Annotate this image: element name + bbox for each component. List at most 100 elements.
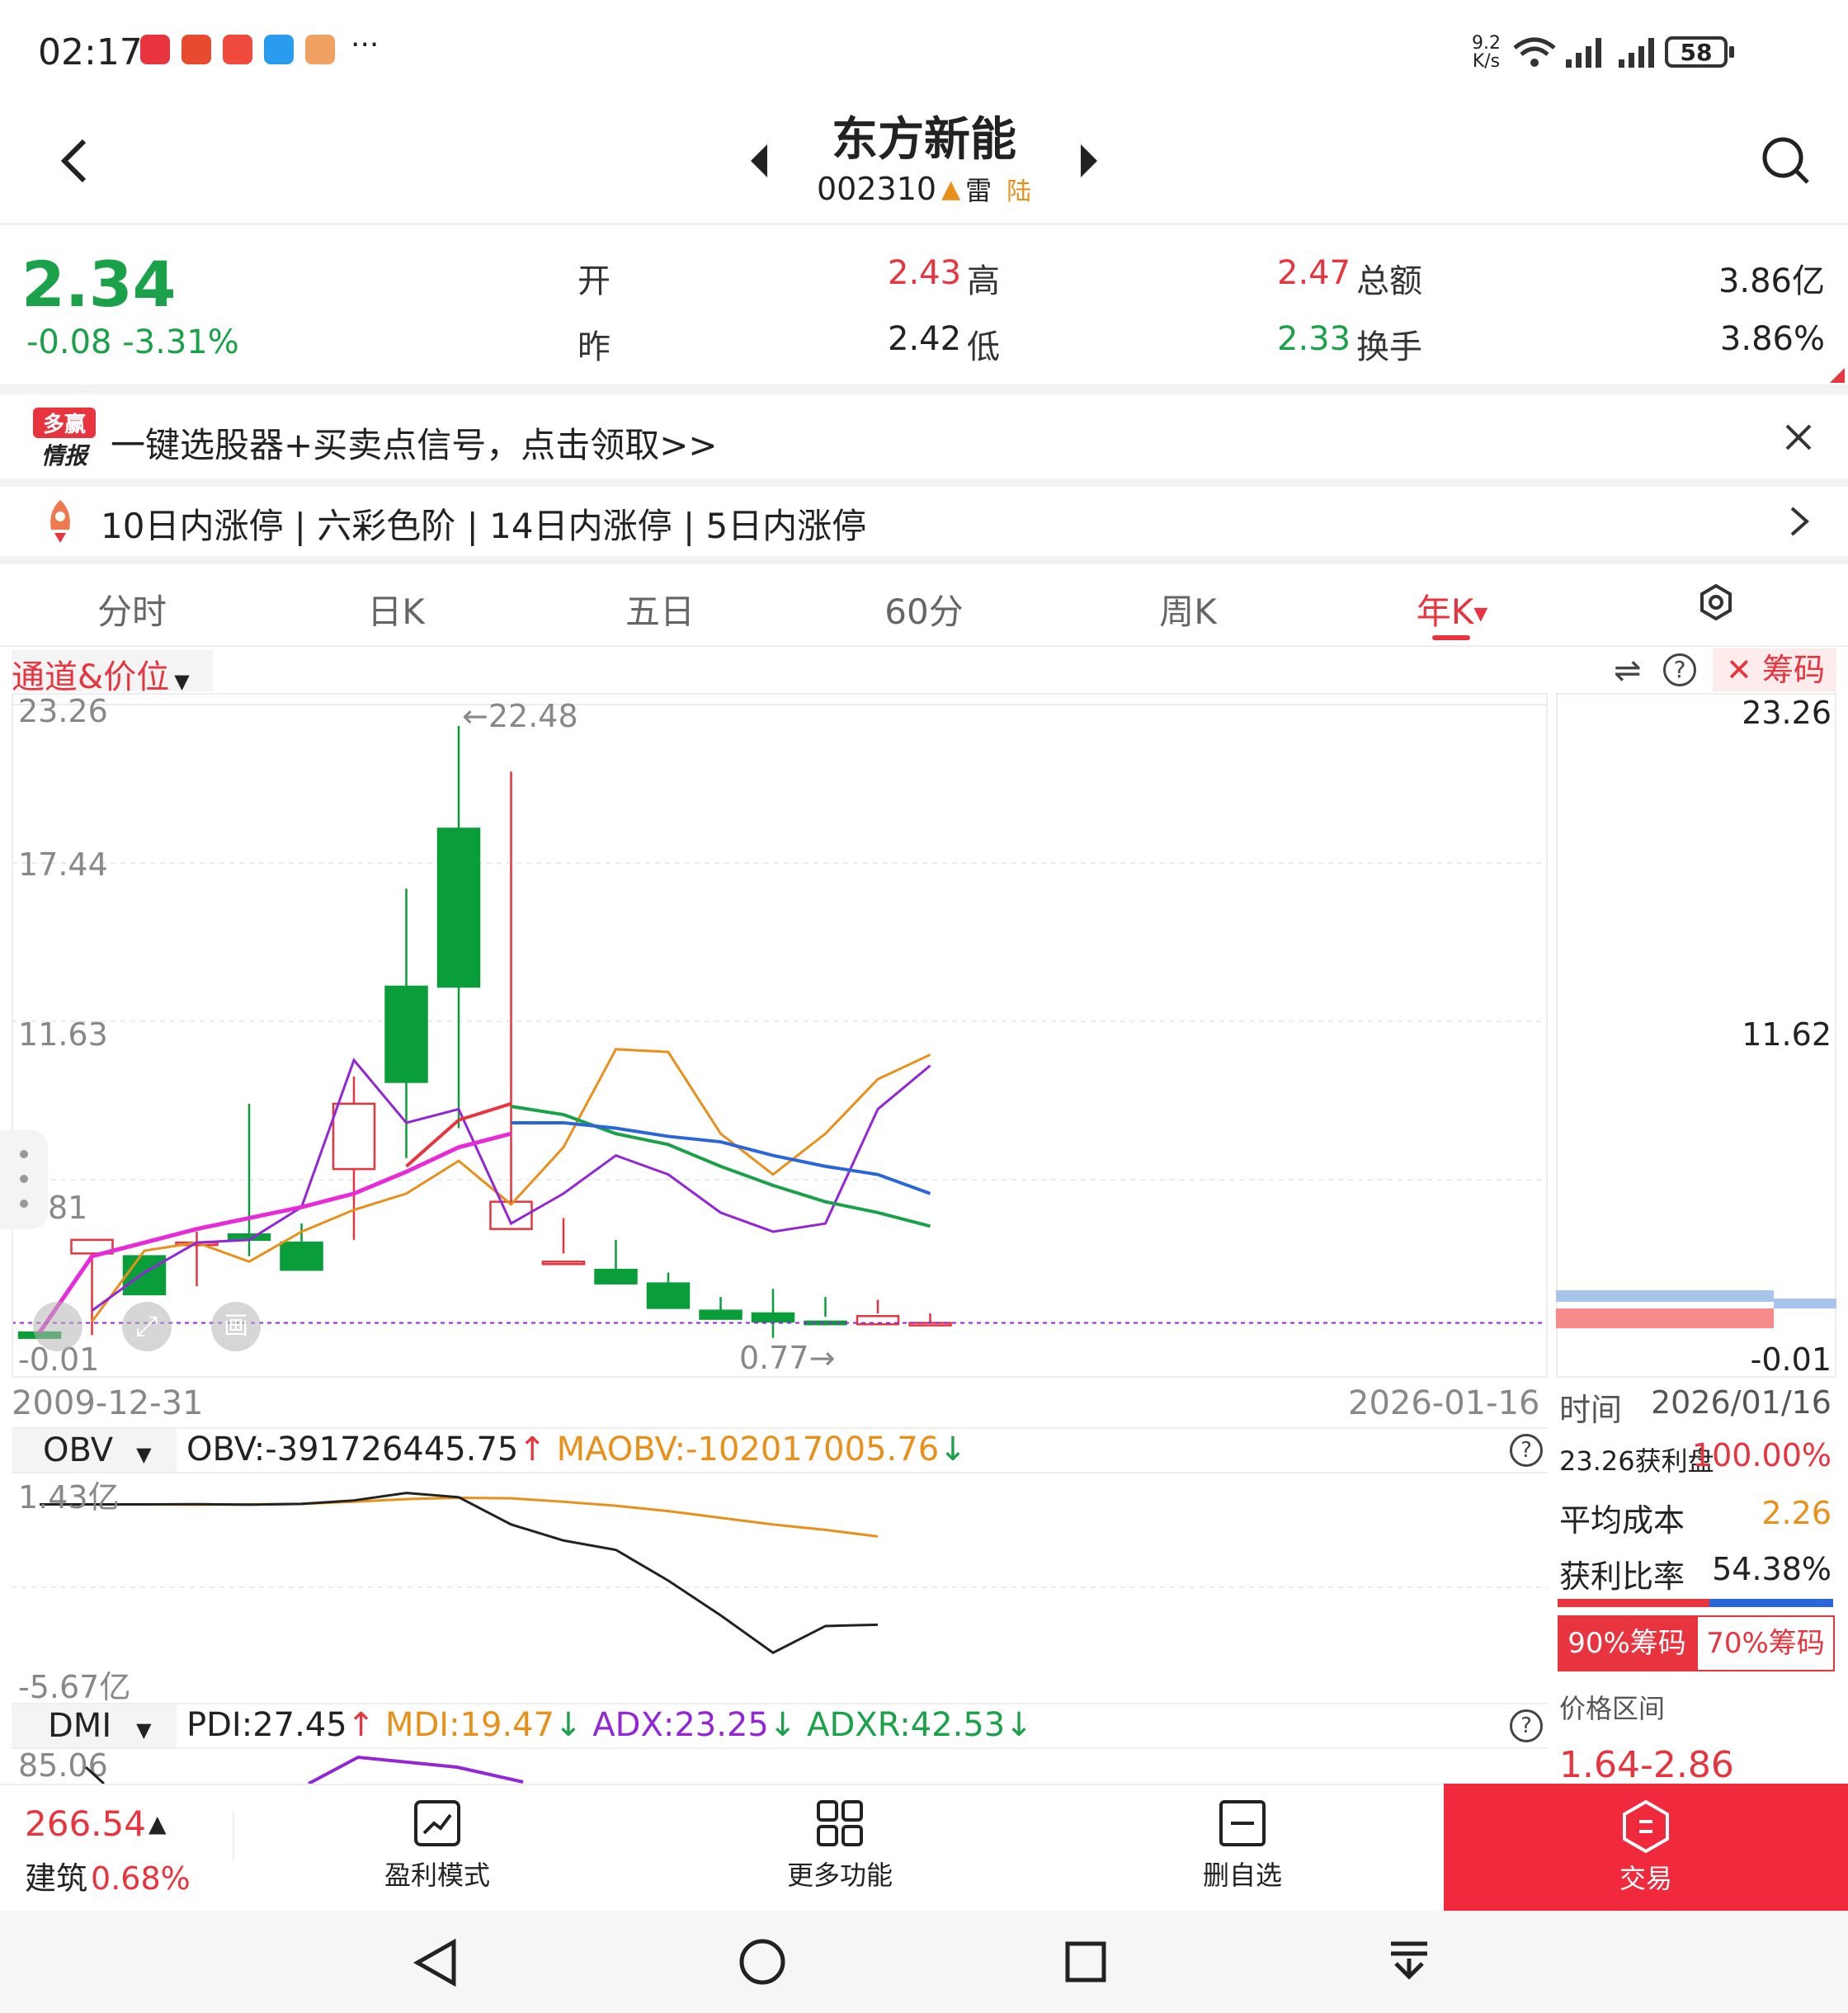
- nav-home-icon[interactable]: [738, 1937, 787, 1987]
- side-handle[interactable]: [0, 1130, 48, 1229]
- close-icon: ✕: [1726, 652, 1752, 688]
- search-button[interactable]: [1757, 132, 1815, 190]
- obv-y-bottom: -5.67亿: [18, 1669, 131, 1705]
- chip-ratio-bar-blue: [1709, 1599, 1833, 1607]
- thunder-tag[interactable]: 雷: [965, 170, 992, 208]
- index-name-row[interactable]: 建筑 0.68%: [25, 1853, 191, 1898]
- nav-dropdown-icon[interactable]: [1386, 1939, 1432, 1985]
- back-button[interactable]: [50, 132, 99, 190]
- mdi-value: MDI:19.47: [384, 1706, 555, 1744]
- warning-icon: ▲: [941, 174, 961, 204]
- next-stock-button[interactable]: [1072, 140, 1106, 182]
- prev-close-label: 昨: [578, 328, 610, 366]
- max-price-label: ←22.48: [462, 698, 578, 734]
- turnover-label: 换手: [1356, 328, 1422, 366]
- chip-avg-cost-label: 平均成本: [1559, 1502, 1685, 1539]
- more-functions-button[interactable]: 更多功能: [749, 1798, 931, 1898]
- index-value[interactable]: 266.54: [25, 1803, 146, 1844]
- promo-banner[interactable]: 多赢 情报 一键选股器+买卖点信号，点击领取>>: [0, 394, 1848, 478]
- dmi-selector[interactable]: DMI ▼: [12, 1704, 177, 1747]
- prev-triangle-icon: [751, 144, 767, 177]
- kline-chart[interactable]: [12, 693, 1548, 1378]
- dropdown-triangle-icon: ▼: [1473, 604, 1488, 625]
- down-arrow-icon: ↓: [554, 1706, 582, 1744]
- dot-icon: [20, 1175, 28, 1183]
- dmi-values: PDI:27.45↑ MDI:19.47↓ ADX:23.25↓ ADXR:42…: [186, 1706, 1033, 1744]
- settings-icon[interactable]: [1698, 584, 1734, 620]
- app-notify-icon: [140, 35, 170, 64]
- y-label-3: 11.63: [18, 1016, 108, 1053]
- dropdown-triangle-icon: ▼: [136, 1443, 152, 1466]
- nav-back-icon[interactable]: [412, 1939, 459, 1987]
- prev-stock-button[interactable]: [742, 140, 776, 182]
- min-price-label: 0.77→: [739, 1340, 836, 1376]
- tab-yearly-k[interactable]: 年K▼: [1394, 584, 1510, 634]
- trade-button[interactable]: 交易: [1444, 1784, 1848, 1911]
- obv-chart[interactable]: [12, 1475, 1548, 1700]
- tab-60min[interactable]: 60分: [858, 584, 990, 634]
- app-notify-icon: [182, 35, 211, 64]
- prev-close-value: 2.42: [888, 320, 962, 358]
- expand-corner-icon[interactable]: [1830, 368, 1845, 383]
- index-up-icon: ▲: [148, 1810, 167, 1837]
- adxr-value: ADXR:42.53: [807, 1706, 1006, 1744]
- obv-value: OBV:-391726445.75: [186, 1431, 519, 1468]
- chip-bar-red: [1556, 1308, 1774, 1328]
- trade-label: 交易: [1619, 1863, 1672, 1894]
- indicator-selector[interactable]: 通道&价位 ▼: [12, 650, 213, 696]
- grid-icon: [817, 1800, 863, 1846]
- help-button[interactable]: ?: [1663, 653, 1696, 686]
- tab-daily-k[interactable]: 日K: [330, 584, 462, 634]
- index-name: 建筑: [25, 1860, 88, 1897]
- obv-selector[interactable]: OBV ▼: [12, 1429, 177, 1472]
- profit-mode-button[interactable]: 盈利模式: [346, 1798, 528, 1898]
- profit-mode-label: 盈利模式: [384, 1860, 490, 1891]
- dmi-chart[interactable]: [12, 1749, 1548, 1784]
- chip-range-label: 价格区间: [1559, 1693, 1666, 1724]
- lu-tag[interactable]: 陆: [1006, 171, 1031, 207]
- price-change: -0.08 -3.31%: [26, 323, 239, 361]
- chip-bar-blue: [1556, 1290, 1774, 1302]
- remove-watchlist-button[interactable]: 删自选: [1152, 1798, 1333, 1898]
- bottom-divider: [233, 1812, 234, 1861]
- chip-toggle-button[interactable]: ✕ 筹码: [1713, 648, 1836, 691]
- tabs-divider: [0, 645, 1848, 647]
- search-icon: [1762, 137, 1809, 184]
- draw-button[interactable]: 画: [211, 1302, 261, 1351]
- obv-line: [40, 1492, 879, 1655]
- chip-y-bottom: -0.01: [1750, 1341, 1832, 1378]
- stock-code: 002310: [817, 171, 937, 207]
- promo-text: 一键选股器+买卖点信号，点击领取>>: [111, 425, 718, 465]
- chip-tab-90[interactable]: 90%筹码: [1558, 1615, 1696, 1671]
- signals-row[interactable]: 10日内涨停 | 六彩色阶 | 14日内涨停 | 5日内涨停: [0, 487, 1848, 556]
- status-time: 02:17: [38, 31, 143, 73]
- battery-icon: 58: [1665, 36, 1728, 68]
- swap-button[interactable]: ⇌: [1614, 652, 1642, 690]
- tab-weekly-k[interactable]: 周K: [1122, 584, 1254, 634]
- collapse-button[interactable]: [33, 1302, 82, 1351]
- current-price: 2.34: [21, 248, 177, 321]
- dot-icon: [20, 1150, 28, 1158]
- amount-label: 总额: [1356, 262, 1422, 300]
- battery-tip: [1729, 46, 1734, 58]
- tab-fenshi[interactable]: 分时: [66, 584, 198, 634]
- dot-icon: [20, 1200, 28, 1208]
- tab-five-day[interactable]: 五日: [594, 584, 726, 634]
- app-notify-icon: [305, 35, 335, 64]
- obv-help-button[interactable]: ?: [1510, 1434, 1543, 1467]
- fullscreen-button[interactable]: ⤢: [122, 1302, 172, 1351]
- change-pct: -3.31%: [122, 323, 239, 361]
- chip-profit-value: 100.00%: [1691, 1437, 1832, 1473]
- low-label: 低: [967, 328, 1000, 366]
- chip-tab-70[interactable]: 70%筹码: [1696, 1615, 1835, 1671]
- obv-values: OBV:-391726445.75↑ MAOBV:-102017005.76↓: [186, 1431, 967, 1468]
- nav-recents-icon[interactable]: [1064, 1940, 1107, 1983]
- trade-icon: [1623, 1799, 1669, 1854]
- candle-body: [699, 1309, 742, 1320]
- app-notify-icon: [264, 35, 294, 64]
- date-end: 2026-01-16: [1348, 1384, 1540, 1422]
- promo-close-button[interactable]: [1774, 412, 1823, 462]
- dmi-help-button[interactable]: ?: [1510, 1709, 1543, 1742]
- stock-name: 东方新能: [832, 113, 1016, 167]
- chip-time-value: 2026/01/16: [1650, 1384, 1832, 1421]
